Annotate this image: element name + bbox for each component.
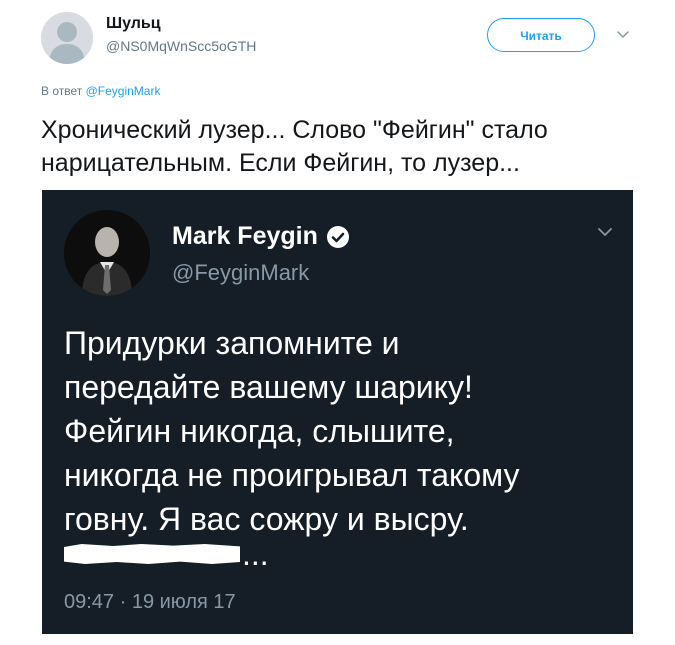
embedded-display-name: Mark Feygin <box>172 222 318 250</box>
embedded-tweet-text: Придурки запомните и передайте вашему ша… <box>64 325 520 537</box>
reply-mention-link[interactable]: @FeyginMark <box>86 84 161 98</box>
follow-button[interactable]: Читать <box>487 18 595 52</box>
author-avatar[interactable] <box>41 12 93 64</box>
trailing-ellipsis: ... <box>242 536 269 572</box>
embedded-handle: @FeyginMark <box>172 260 310 285</box>
redacted-line: ... <box>64 536 269 572</box>
reply-prefix: В ответ <box>41 84 83 98</box>
embedded-chevron-down-icon <box>595 224 615 240</box>
tweet-text: Хронический лузер... Слово "Фейгин" стал… <box>41 116 548 177</box>
embedded-author-avatar <box>64 210 150 296</box>
redaction-scribble <box>64 544 240 564</box>
chevron-down-icon[interactable] <box>615 27 631 43</box>
verified-badge-icon <box>326 225 349 248</box>
default-avatar-icon <box>41 12 93 64</box>
author-display-name[interactable]: Шульц <box>106 15 161 33</box>
author-handle[interactable]: @NS0MqWnScc5oGTH <box>106 38 256 54</box>
embedded-timestamp: 09:47 · 19 июля 17 <box>64 591 236 613</box>
embedded-tweet-image[interactable]: Mark Feygin @FeyginMark Придурки запомни… <box>42 190 633 634</box>
reply-context: В ответ @FeyginMark <box>41 84 160 98</box>
embedded-name-row: Mark Feygin <box>172 222 350 251</box>
